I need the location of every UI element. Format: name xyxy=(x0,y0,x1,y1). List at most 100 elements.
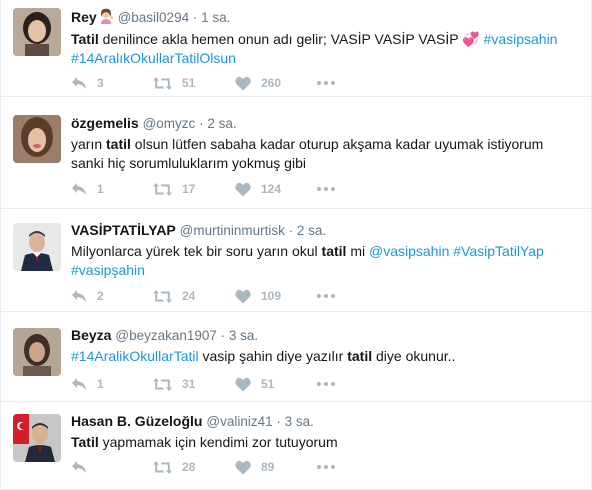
timestamp[interactable]: 3 sa. xyxy=(229,328,258,343)
timestamp[interactable]: 2 sa. xyxy=(207,116,236,131)
reply-count: 1 xyxy=(97,182,104,196)
tweet-text-segment: yapmamak için kendimi zor tutuyorum xyxy=(98,434,338,450)
retweet-icon xyxy=(153,289,172,303)
heart-icon xyxy=(235,289,251,304)
hashtag-link[interactable]: #14AralikOkullarTatil xyxy=(71,348,199,364)
avatar[interactable] xyxy=(13,414,61,462)
more-button[interactable] xyxy=(317,286,335,306)
retweet-button[interactable]: 24 xyxy=(153,286,195,306)
tweet-header: VASİPTATİLYAP @murtininmurtisk · 2 sa. xyxy=(71,221,579,240)
avatar[interactable] xyxy=(13,223,61,271)
retweet-button[interactable]: 28 xyxy=(153,457,195,477)
reply-icon xyxy=(71,460,87,474)
heart-icon xyxy=(235,460,251,475)
username[interactable]: @omyzc xyxy=(143,116,196,131)
more-dots-icon xyxy=(317,465,335,469)
like-count: 51 xyxy=(261,377,275,391)
reply-icon xyxy=(71,76,87,90)
tweet-item[interactable]: Beyza @beyzakan1907 · 3 sa. #14AralikOkul… xyxy=(1,312,591,402)
like-button[interactable]: 51 xyxy=(235,374,274,394)
highlighted-word: tatil xyxy=(106,136,131,152)
tweet-text-segment: olsun lütfen sabaha kadar oturup akşama … xyxy=(71,136,544,171)
tweet-text: #14AralikOkullarTatil vasip şahin diye y… xyxy=(71,347,579,366)
like-button[interactable]: 89 xyxy=(235,457,274,477)
tweet-text-segment: denilince akla hemen onun adı gelir; VAS… xyxy=(98,31,463,47)
retweet-icon xyxy=(153,182,172,196)
display-name[interactable]: Rey xyxy=(71,9,97,25)
tweet-text: Milyonlarca yürek tek bir soru yarın oku… xyxy=(71,242,579,280)
separator-dot: · xyxy=(189,10,202,25)
display-name[interactable]: özgemelis xyxy=(71,115,139,131)
heart-icon xyxy=(235,182,251,197)
more-button[interactable] xyxy=(317,73,335,93)
tweet-item[interactable]: VASİPTATİLYAP @murtininmurtisk · 2 sa. Mi… xyxy=(1,209,591,312)
like-count: 124 xyxy=(261,182,282,196)
more-button[interactable] xyxy=(317,179,335,199)
tweet-text: Tatil denilince akla hemen onun adı geli… xyxy=(71,30,579,68)
more-dots-icon xyxy=(317,187,335,191)
separator-dot: · xyxy=(272,414,285,429)
woman-gesturing-icon xyxy=(98,8,114,28)
retweet-button[interactable]: 17 xyxy=(153,179,195,199)
reply-count: 2 xyxy=(97,289,104,303)
highlighted-word: tatil xyxy=(321,243,347,259)
tweet-text: yarın tatil olsun lütfen sabaha kadar ot… xyxy=(71,135,579,173)
tweet-item[interactable]: özgemelis @omyzc · 2 sa. yarın tatil olsu… xyxy=(1,97,591,209)
reply-icon xyxy=(71,289,87,303)
like-button[interactable]: 124 xyxy=(235,179,281,199)
highlighted-word: Tatil xyxy=(71,434,99,450)
reply-button[interactable]: 1 xyxy=(71,179,104,199)
retweet-button[interactable]: 51 xyxy=(153,73,195,93)
avatar[interactable] xyxy=(13,328,61,376)
like-button[interactable]: 260 xyxy=(235,73,281,93)
hashtag-link[interactable]: #VasipTatilYap xyxy=(453,243,544,259)
mention-link[interactable]: @vasipsahin xyxy=(369,243,449,259)
hashtag-link[interactable]: #vasipşahin xyxy=(71,262,145,278)
tweet-content: VASİPTATİLYAP @murtininmurtisk · 2 sa. Mi… xyxy=(71,221,579,280)
reply-button[interactable]: 2 xyxy=(71,286,104,306)
reply-icon xyxy=(71,377,87,391)
reply-button[interactable]: 1 xyxy=(71,374,104,394)
retweet-count: 28 xyxy=(182,460,196,474)
retweet-icon xyxy=(153,460,172,474)
tweet-text-segment: yarın xyxy=(71,136,107,152)
reply-count: 1 xyxy=(97,377,104,391)
like-count: 89 xyxy=(261,460,275,474)
timestamp[interactable]: 1 sa. xyxy=(201,10,230,25)
retweet-icon xyxy=(153,76,172,90)
username[interactable]: @murtininmurtisk xyxy=(180,223,285,238)
retweet-button[interactable]: 31 xyxy=(153,374,195,394)
like-count: 260 xyxy=(261,76,282,90)
tweet-content: özgemelis @omyzc · 2 sa. yarın tatil olsu… xyxy=(71,114,579,173)
reply-count: 3 xyxy=(97,76,104,90)
highlighted-word: Tatil xyxy=(71,31,99,47)
tweet-feed: Rey @basil0294 · 1 sa. Tatil denilince ak… xyxy=(0,0,592,490)
avatar[interactable] xyxy=(13,8,61,56)
like-count: 109 xyxy=(261,289,282,303)
tweet-content: Beyza @beyzakan1907 · 3 sa. #14AralikOkul… xyxy=(71,326,579,366)
tweet-item[interactable]: Rey @basil0294 · 1 sa. Tatil denilince ak… xyxy=(1,0,591,97)
tweet-item[interactable]: Hasan B. Güzeloğlu @valiniz41 · 3 sa. Tat… xyxy=(1,402,591,490)
reply-button[interactable] xyxy=(71,457,97,477)
username[interactable]: @beyzakan1907 xyxy=(115,328,217,343)
timestamp[interactable]: 2 sa. xyxy=(297,223,326,238)
tweet-header: Rey @basil0294 · 1 sa. xyxy=(71,8,579,28)
avatar[interactable] xyxy=(13,115,61,163)
tweet-header: özgemelis @omyzc · 2 sa. xyxy=(71,114,579,133)
tweet-text: Tatil yapmamak için kendimi zor tutuyoru… xyxy=(71,433,579,452)
hashtag-link[interactable]: #14AralıkOkullarTatilOlsun xyxy=(71,50,236,66)
reply-button[interactable]: 3 xyxy=(71,73,104,93)
hashtag-link[interactable]: #vasipsahin xyxy=(484,31,558,47)
heart-icon xyxy=(235,377,251,392)
display-name[interactable]: VASİPTATİLYAP xyxy=(71,222,176,238)
like-button[interactable]: 109 xyxy=(235,286,281,306)
retweet-icon xyxy=(153,377,172,391)
tweet-content: Hasan B. Güzeloğlu @valiniz41 · 3 sa. Tat… xyxy=(71,412,579,452)
more-button[interactable] xyxy=(317,374,335,394)
username[interactable]: @valiniz41 xyxy=(206,414,272,429)
timestamp[interactable]: 3 sa. xyxy=(285,414,314,429)
display-name[interactable]: Beyza xyxy=(71,327,111,343)
display-name[interactable]: Hasan B. Güzeloğlu xyxy=(71,413,202,429)
more-button[interactable] xyxy=(317,457,335,477)
username[interactable]: @basil0294 xyxy=(118,10,190,25)
